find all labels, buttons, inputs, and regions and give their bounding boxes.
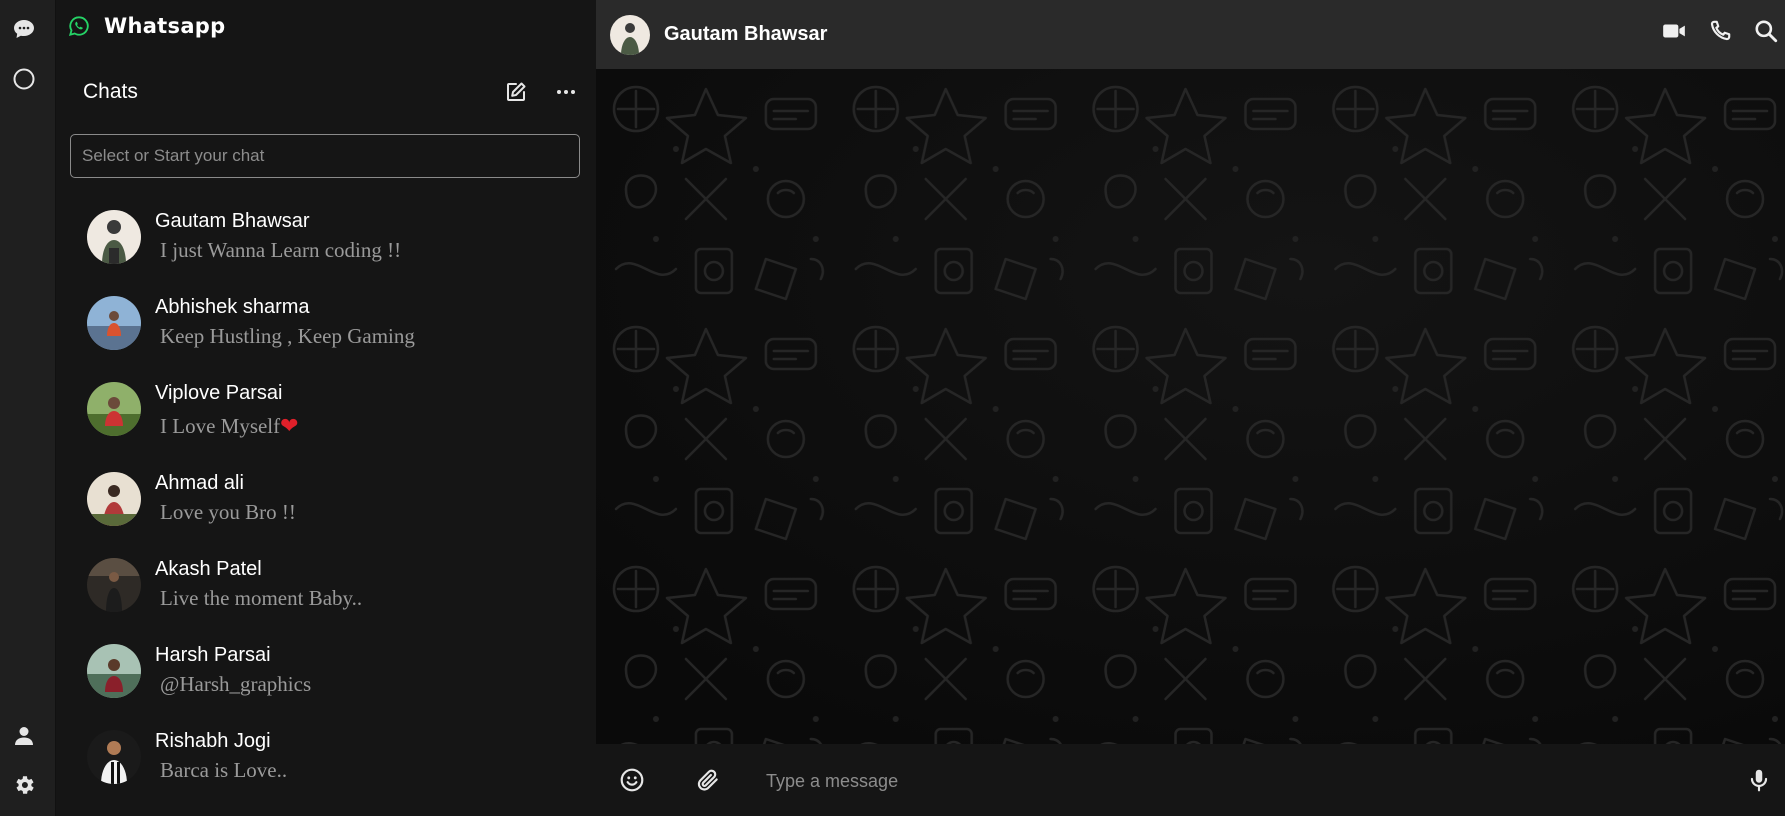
- edit-icon: [507, 82, 526, 101]
- chats-title: Chats: [83, 80, 138, 103]
- microphone-icon: [1750, 769, 1768, 792]
- avatar: [87, 730, 141, 784]
- contact-name[interactable]: Gautam Bhawsar: [664, 23, 827, 46]
- chat-wallpaper: [596, 69, 1785, 744]
- chat-last-message: I just Wanna Learn coding !!: [160, 238, 402, 262]
- avatar: [87, 296, 141, 350]
- app-title: Whatsapp: [104, 14, 226, 38]
- conversation-header: Gautam Bhawsar: [596, 0, 1785, 69]
- chat-item-harsh-parsai[interactable]: Harsh Parsai @Harsh_graphics: [56, 634, 596, 720]
- emoji-button[interactable]: [618, 766, 646, 794]
- avatar: [87, 558, 141, 612]
- chat-item-viplove-parsai[interactable]: Viplove Parsai I Love Myself❤: [56, 372, 596, 462]
- avatar: [87, 210, 141, 264]
- message-composer: [596, 744, 1785, 816]
- chats-header-actions: [504, 80, 578, 104]
- more-horizontal-icon: [557, 90, 575, 94]
- avatar: [87, 472, 141, 526]
- avatar: [87, 644, 141, 698]
- chat-name: Harsh Parsai: [155, 644, 271, 666]
- chat-last-message: Live the moment Baby..: [160, 586, 363, 610]
- user-profile-icon: [12, 724, 36, 753]
- chat-search-input[interactable]: [71, 135, 579, 177]
- gear-icon: [12, 773, 36, 802]
- conversation-actions: [1661, 18, 1779, 44]
- conversation-panel: Gautam Bhawsar: [596, 0, 1785, 816]
- whatsapp-logo-icon: [68, 15, 90, 37]
- chat-item-gautam-bhawsar[interactable]: Gautam Bhawsar I just Wanna Learn coding…: [56, 200, 596, 286]
- chat-last-message: Keep Hustling , Keep Gaming: [160, 324, 415, 348]
- chat-name: Akash Patel: [155, 558, 262, 580]
- status-nav-button[interactable]: [10, 67, 38, 95]
- chat-item-abhishek-sharma[interactable]: Abhishek sharma Keep Hustling , Keep Gam…: [56, 286, 596, 372]
- profile-nav-button[interactable]: [10, 724, 38, 752]
- settings-nav-button[interactable]: [10, 773, 38, 801]
- voice-message-button[interactable]: [1745, 766, 1773, 794]
- message-input[interactable]: [764, 762, 1768, 800]
- doodle-pattern: [596, 69, 1785, 744]
- chat-last-message: I Love Myself❤: [160, 414, 299, 439]
- chat-name: Viplove Parsai: [155, 382, 283, 404]
- contact-avatar[interactable]: [610, 15, 650, 55]
- chats-header: Chats: [83, 80, 578, 104]
- video-call-button[interactable]: [1661, 18, 1687, 44]
- chat-item-ahmad-ali[interactable]: Ahmad ali Love you Bro !!: [56, 462, 596, 548]
- status-circle-icon: [12, 67, 36, 96]
- heart-emoji-icon: ❤: [280, 414, 299, 439]
- search-messages-button[interactable]: [1753, 18, 1779, 44]
- chat-name: Rishabh Jogi: [155, 730, 271, 752]
- chat-search: [70, 134, 580, 178]
- paperclip-icon: [697, 769, 718, 791]
- chat-last-message: @Harsh_graphics: [160, 672, 312, 696]
- new-chat-button[interactable]: [504, 80, 528, 104]
- phone-icon: [1710, 20, 1731, 41]
- chat-bubble-icon: [12, 17, 36, 46]
- left-rail: [0, 0, 56, 816]
- search-icon: [1755, 20, 1778, 43]
- video-camera-icon: [1663, 24, 1685, 38]
- chat-last-message: Barca is Love..: [160, 758, 288, 782]
- chat-item-rishabh-jogi[interactable]: Rishabh Jogi Barca is Love..: [56, 720, 596, 806]
- chat-last-message: Love you Bro !!: [160, 500, 296, 524]
- attach-button[interactable]: [694, 766, 722, 794]
- chat-name: Gautam Bhawsar: [155, 210, 310, 232]
- chat-name: Abhishek sharma: [155, 296, 310, 318]
- chat-item-akash-patel[interactable]: Akash Patel Live the moment Baby..: [56, 548, 596, 634]
- chat-list: Gautam Bhawsar I just Wanna Learn coding…: [56, 200, 596, 806]
- smiley-icon: [620, 768, 644, 792]
- chat-name: Ahmad ali: [155, 472, 244, 494]
- avatar: [87, 382, 141, 436]
- whatsapp-app: Whatsapp Chats Gautam Bhawsar: [0, 0, 1785, 816]
- chat-list-panel: Whatsapp Chats Gautam Bhawsar: [56, 0, 596, 816]
- voice-call-button[interactable]: [1707, 18, 1733, 44]
- more-options-button[interactable]: [554, 80, 578, 104]
- chats-nav-button[interactable]: [10, 17, 38, 45]
- brand: Whatsapp: [68, 14, 225, 38]
